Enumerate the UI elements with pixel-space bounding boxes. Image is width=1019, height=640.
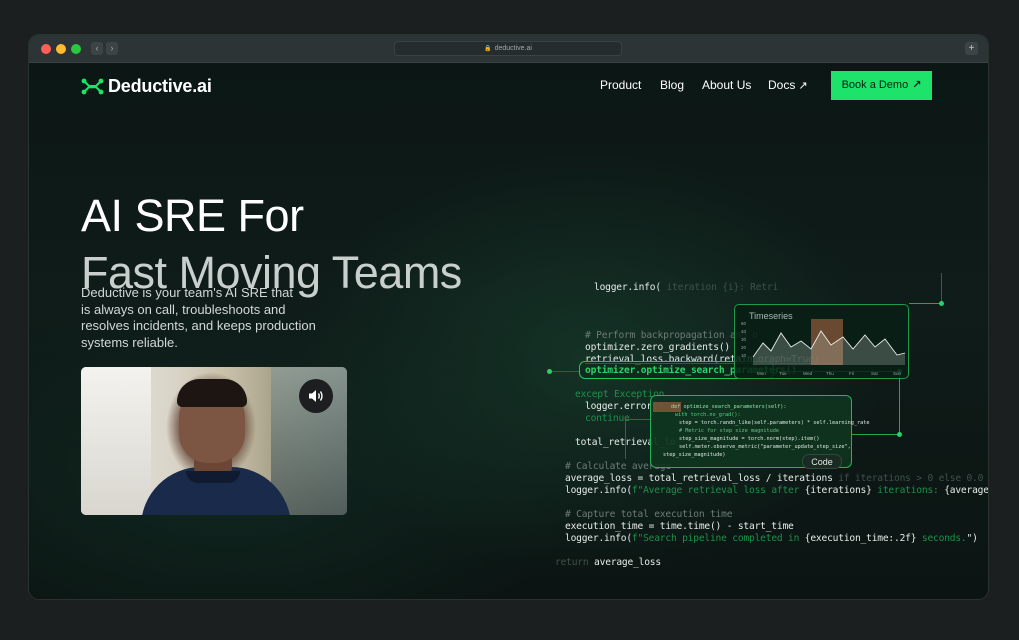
close-window-button[interactable] — [41, 44, 51, 54]
code-line: execution_time = time.time() - start_tim… — [565, 521, 794, 532]
snippet-line: step_size_magnitude = torch.norm(step).i… — [679, 436, 820, 442]
hero-description-line: Deductive is your team's AI SRE that — [81, 285, 294, 300]
code-line: logger.info( iteration {i}: Retri — [594, 282, 778, 293]
logo-text: Deductive.ai — [108, 75, 212, 96]
timeseries-chart: 60 40 30 20 10 Mon Tue Wed Thu Fri Sat S… — [741, 319, 906, 376]
timeseries-panel: Timeseries 60 40 30 20 10 Mon Tue Wed Th… — [734, 304, 909, 379]
nav-blog[interactable]: Blog — [660, 78, 684, 92]
video-person — [177, 379, 247, 407]
code-text: {execution_time:.2f} — [804, 533, 917, 544]
code-line: # Capture total execution time — [565, 509, 733, 520]
hero-description-line: is always on call, troubleshoots and — [81, 301, 286, 317]
browser-window: ‹ › 🔒 deductive.ai + Deductive.ai Product… — [29, 35, 988, 599]
snippet-line: self.meter.observe_metric("parameter_upd… — [679, 444, 851, 450]
logo-icon — [81, 78, 104, 94]
speaker-glyph — [309, 390, 323, 402]
connector-line — [899, 371, 900, 435]
book-demo-label: Book a Demo — [841, 79, 909, 91]
chevron-left-icon[interactable]: ‹ — [91, 42, 103, 55]
page: Deductive.ai Product Blog About Us Docs ↗… — [29, 63, 988, 599]
chevron-right-icon[interactable]: › — [106, 42, 118, 55]
nav-about-us[interactable]: About Us — [702, 78, 751, 92]
site-logo[interactable]: Deductive.ai — [81, 75, 212, 97]
timeseries-x-tick: Mon — [757, 371, 766, 376]
video-background — [81, 367, 151, 515]
code-line: logger.info(f"Average retrieval loss aft… — [565, 485, 988, 496]
code-string: seconds. — [916, 533, 967, 544]
hero-video[interactable] — [81, 367, 347, 515]
timeseries-x-tick: Sun — [893, 371, 902, 376]
speaker-icon[interactable] — [299, 379, 333, 413]
code-string: f"Search pipeline completed in — [631, 533, 805, 544]
code-text: logger.info( — [594, 282, 661, 293]
hero-description: Deductive is your team's AI SRE that is … — [81, 285, 351, 351]
hero-title-line1: AI SRE For — [81, 190, 304, 241]
code-faint-text: return — [555, 557, 595, 568]
timeseries-x-tick: Thu — [826, 371, 834, 376]
lock-icon: 🔒 — [484, 46, 492, 52]
timeseries-y-tick: 60 — [741, 321, 747, 326]
arrow-up-right-icon: ↗ — [912, 79, 922, 91]
code-line: optimizer.zero_gradients() — [585, 342, 730, 353]
code-string: iterations: — [871, 485, 945, 496]
connector-line — [941, 273, 942, 303]
timeseries-x-tick: Fri — [849, 371, 854, 376]
snippet-line: step = torch.randn_like(self.parameters)… — [679, 420, 870, 426]
code-text: average_loss = total_retrieval_loss / it… — [565, 473, 839, 484]
nav-docs[interactable]: Docs ↗ — [768, 78, 808, 92]
code-line: # Perform backpropagation and o — [585, 330, 758, 341]
code-badge: Code — [802, 454, 842, 469]
timeseries-x-tick: Sat — [871, 371, 879, 376]
snippet-line: def optimize_search_parameters(self): — [671, 404, 787, 410]
timeseries-y-tick: 10 — [741, 353, 747, 358]
connector-line — [549, 371, 579, 372]
nav-product[interactable]: Product — [600, 78, 641, 92]
code-line: return average_loss — [555, 557, 661, 568]
hero-description-line: systems reliable. — [81, 334, 178, 350]
code-text: logger.info( — [565, 533, 632, 544]
timeseries-y-tick: 30 — [741, 337, 747, 342]
external-link-icon: ↗ — [798, 80, 808, 92]
code-text: {average_loss:.4f}") — [944, 485, 988, 496]
timeseries-x-tick: Tue — [779, 371, 787, 376]
code-faint-text: iteration {i}: Retri — [660, 282, 779, 293]
code-faint-text: if iterations > 0 else 0.0 — [838, 473, 984, 484]
snippet-line: # Metric for step size magnitude — [679, 428, 779, 434]
connector-node — [547, 369, 552, 374]
plus-icon[interactable]: + — [965, 42, 978, 55]
code-line: logger.info(f"Search pipeline completed … — [565, 533, 978, 544]
code-line: average_loss = total_retrieval_loss / it… — [565, 473, 983, 484]
connector-node — [939, 301, 944, 306]
timeseries-x-tick: Wed — [803, 371, 813, 376]
nav-docs-label: Docs — [768, 78, 796, 92]
maximize-window-button[interactable] — [71, 44, 81, 54]
url-text: deductive.ai — [494, 45, 532, 52]
book-demo-button[interactable]: Book a Demo ↗ — [831, 71, 932, 100]
snippet-line: with torch.no_grad(): — [675, 412, 741, 418]
code-text: {iterations} — [804, 485, 872, 496]
code-text: ") — [966, 533, 978, 544]
code-text: logger.info( — [565, 485, 632, 496]
code-string: f"Average retrieval loss after — [631, 485, 805, 496]
connector-line — [852, 434, 899, 435]
connector-node — [897, 432, 902, 437]
timeseries-y-tick: 20 — [741, 345, 747, 350]
video-person — [186, 471, 240, 483]
code-line: continue — [585, 413, 630, 424]
snippet-line: step_size_magnitude) — [663, 452, 726, 458]
timeseries-y-tick: 40 — [741, 329, 747, 334]
browser-toolbar: ‹ › 🔒 deductive.ai + — [29, 35, 988, 63]
connector-line — [909, 303, 941, 304]
code-text: average_loss — [594, 557, 661, 568]
hero-description-line: resolves incidents, and keeps production — [81, 318, 316, 333]
minimize-window-button[interactable] — [56, 44, 66, 54]
address-bar[interactable]: 🔒 deductive.ai — [394, 41, 622, 56]
